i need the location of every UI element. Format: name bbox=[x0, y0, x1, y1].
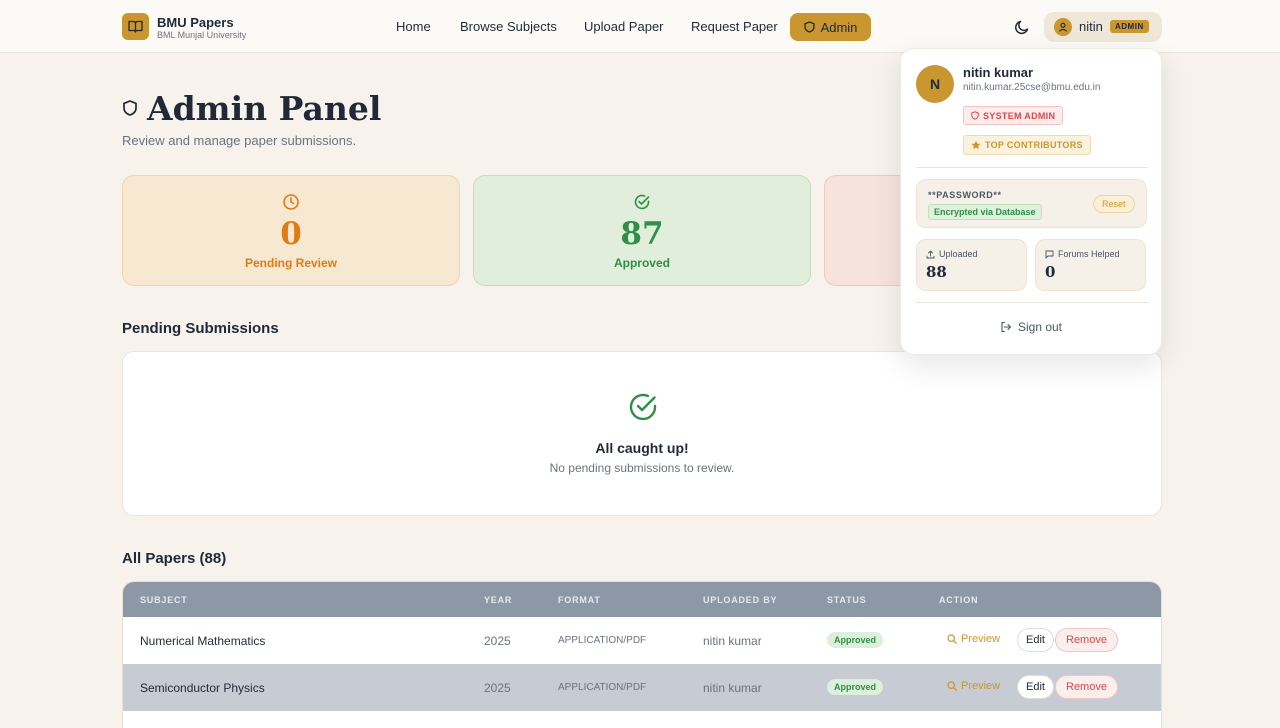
table-row bbox=[123, 711, 1161, 728]
user-name: nitin bbox=[1079, 19, 1103, 34]
column-header-subject[interactable]: SUBJECT bbox=[140, 595, 188, 605]
admin-button-label: Admin bbox=[820, 19, 858, 35]
preview-button[interactable]: Preview bbox=[947, 633, 1000, 645]
pending-label: Pending Review bbox=[244, 256, 338, 270]
status-badge: Approved bbox=[827, 679, 884, 695]
brand-subtitle: BML Munjal University bbox=[157, 30, 247, 40]
paper-year: 2025 bbox=[484, 681, 511, 695]
column-header-year[interactable]: YEAR bbox=[484, 595, 512, 605]
paper-subject: Numerical Mathematics bbox=[140, 634, 266, 648]
forums-helped-label: Forums Helped bbox=[1058, 249, 1120, 259]
profile-name: nitin kumar bbox=[963, 65, 1034, 80]
table-row: Numerical Mathematics 2025 APPLICATION/P… bbox=[123, 617, 1161, 664]
logout-icon bbox=[1001, 321, 1012, 333]
column-header-format[interactable]: FORMAT bbox=[558, 595, 601, 605]
edit-button[interactable]: Edit bbox=[1017, 628, 1054, 652]
shield-icon bbox=[123, 100, 137, 116]
shield-icon bbox=[803, 21, 815, 33]
moon-icon[interactable] bbox=[1013, 18, 1031, 36]
check-circle-icon bbox=[629, 393, 657, 421]
papers-table: SUBJECT YEAR FORMAT UPLOADED BY STATUS A… bbox=[122, 581, 1162, 728]
paper-uploader: nitin kumar bbox=[703, 634, 762, 648]
book-icon[interactable] bbox=[122, 13, 149, 40]
paper-subject: Semiconductor Physics bbox=[140, 681, 265, 695]
search-icon bbox=[947, 681, 957, 691]
star-icon bbox=[971, 140, 981, 150]
remove-button[interactable]: Remove bbox=[1055, 675, 1118, 699]
uploaded-value: 88 bbox=[926, 263, 947, 281]
empty-state-title: All caught up! bbox=[595, 440, 689, 456]
brand-title[interactable]: BMU Papers bbox=[157, 15, 234, 30]
page-subtitle: Review and manage paper submissions. bbox=[122, 133, 357, 148]
paper-format: APPLICATION/PDF bbox=[558, 635, 647, 646]
sign-out-label: Sign out bbox=[1017, 320, 1063, 334]
paper-year: 2025 bbox=[484, 634, 511, 648]
paper-format: APPLICATION/PDF bbox=[558, 682, 647, 693]
nav-link-home[interactable]: Home bbox=[396, 19, 431, 34]
nav-link-request-paper[interactable]: Request Paper bbox=[691, 19, 778, 34]
forums-helped-stat: Forums Helped 0 bbox=[1035, 239, 1146, 291]
page-title: Admin Panel bbox=[147, 89, 382, 128]
shield-icon bbox=[971, 111, 979, 120]
column-header-action: ACTION bbox=[939, 595, 979, 605]
edit-button[interactable]: Edit bbox=[1017, 675, 1054, 699]
profile-email: nitin.kumar.25cse@bmu.edu.in bbox=[963, 82, 1101, 93]
admin-button[interactable]: Admin bbox=[790, 13, 871, 41]
paper-uploader: nitin kumar bbox=[703, 681, 762, 695]
top-navbar: BMU Papers BML Munjal University Home Br… bbox=[0, 0, 1280, 53]
reset-password-button[interactable]: Reset bbox=[1093, 195, 1135, 213]
pending-empty-state: All caught up! No pending submissions to… bbox=[122, 351, 1162, 516]
check-circle-icon bbox=[634, 194, 650, 210]
top-contributors-badge: TOP CONTRIBUTORS bbox=[963, 135, 1091, 155]
avatar: N bbox=[916, 65, 954, 103]
preview-button[interactable]: Preview bbox=[947, 680, 1000, 692]
pending-count: 0 bbox=[280, 216, 302, 252]
system-admin-badge: SYSTEM ADMIN bbox=[963, 106, 1064, 125]
system-admin-label: SYSTEM ADMIN bbox=[983, 110, 1056, 121]
message-icon bbox=[1045, 250, 1054, 258]
stat-card-approved: 87 Approved bbox=[473, 175, 811, 286]
sign-out-button[interactable]: Sign out bbox=[901, 320, 1161, 334]
search-icon bbox=[947, 634, 957, 644]
admin-role-tag: ADMIN bbox=[1110, 20, 1149, 33]
preview-label: Preview bbox=[961, 633, 1001, 645]
column-header-status[interactable]: STATUS bbox=[827, 595, 866, 605]
approved-label: Approved bbox=[613, 256, 670, 270]
user-icon bbox=[1054, 18, 1072, 36]
table-header: SUBJECT YEAR FORMAT UPLOADED BY STATUS A… bbox=[123, 582, 1161, 617]
column-header-uploaded-by[interactable]: UPLOADED BY bbox=[703, 595, 777, 605]
top-contributors-label: TOP CONTRIBUTORS bbox=[985, 140, 1083, 150]
nav-link-browse-subjects[interactable]: Browse Subjects bbox=[460, 19, 557, 34]
uploaded-label: Uploaded bbox=[939, 249, 978, 259]
forums-helped-value: 0 bbox=[1045, 263, 1056, 281]
preview-label: Preview bbox=[961, 680, 1001, 692]
clock-icon bbox=[283, 194, 299, 210]
pending-section-title: Pending Submissions bbox=[122, 320, 279, 337]
stat-card-pending: 0 Pending Review bbox=[122, 175, 460, 286]
nav-link-upload-paper[interactable]: Upload Paper bbox=[584, 19, 664, 34]
user-menu-button[interactable]: nitin ADMIN bbox=[1044, 12, 1162, 42]
encryption-badge: Encrypted via Database bbox=[928, 204, 1042, 220]
approved-count: 87 bbox=[620, 216, 664, 252]
profile-dropdown: N nitin kumar nitin.kumar.25cse@bmu.edu.… bbox=[900, 48, 1162, 355]
password-label: **PASSWORD** bbox=[928, 190, 1002, 200]
remove-button[interactable]: Remove bbox=[1055, 628, 1118, 652]
upload-icon bbox=[926, 250, 935, 258]
all-papers-title: All Papers (88) bbox=[122, 550, 227, 567]
empty-state-subtitle: No pending submissions to review. bbox=[549, 461, 735, 475]
uploaded-stat: Uploaded 88 bbox=[916, 239, 1027, 291]
divider bbox=[916, 167, 1148, 168]
divider bbox=[916, 302, 1148, 303]
table-row: Semiconductor Physics 2025 APPLICATION/P… bbox=[123, 664, 1161, 711]
password-box: **PASSWORD** Encrypted via Database Rese… bbox=[916, 179, 1147, 228]
status-badge: Approved bbox=[827, 632, 884, 648]
